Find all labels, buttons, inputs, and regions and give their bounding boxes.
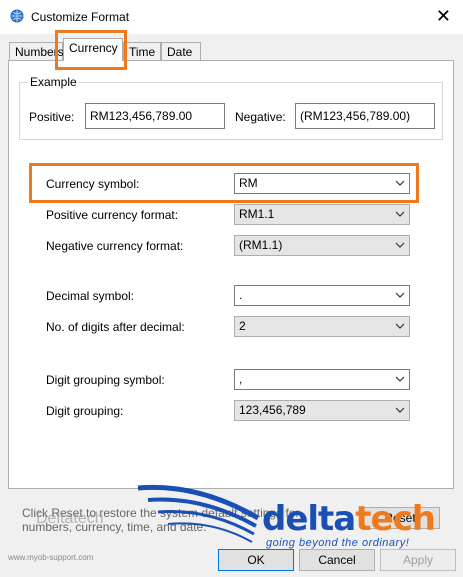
tab-label: Date [167, 45, 193, 59]
globe-gear-icon [10, 9, 24, 23]
digit-grouping-combo[interactable]: 123,456,789 [234, 400, 410, 421]
negative-currency-format-combo[interactable]: (RM1.1) [234, 235, 410, 256]
cancel-button[interactable]: Cancel [299, 549, 375, 571]
deltatech-tagline: going beyond the ordinary! [266, 537, 410, 549]
example-legend: Example [28, 75, 79, 89]
positive-example-field[interactable]: RM123,456,789.00 [85, 103, 225, 129]
combo-value: , [239, 372, 243, 386]
deltatech-logo: deltatech [262, 499, 436, 539]
positive-label: Positive: [29, 110, 75, 124]
title-bar: Customize Format ✕ [0, 0, 463, 34]
chevron-down-icon [395, 376, 405, 382]
tab-currency[interactable]: Currency [63, 38, 123, 61]
tab-label: Currency [69, 41, 118, 55]
chevron-down-icon [395, 407, 405, 413]
logo-accent: tech [355, 499, 436, 539]
currency-symbol-label: Currency symbol: [46, 177, 140, 191]
tab-date[interactable]: Date [161, 42, 201, 60]
positive-currency-format-label: Positive currency format: [46, 208, 179, 222]
positive-currency-format-combo[interactable]: RM1.1 [234, 204, 410, 225]
window-title: Customize Format [31, 10, 130, 24]
combo-value: 2 [239, 319, 246, 333]
tab-numbers[interactable]: Numbers [9, 42, 64, 60]
tab-label: Numbers [15, 45, 64, 59]
tab-time[interactable]: Time [123, 42, 161, 60]
apply-button[interactable]: Apply [380, 549, 456, 571]
digit-grouping-symbol-label: Digit grouping symbol: [46, 373, 165, 387]
combo-value: . [239, 288, 243, 302]
deltatech-swoosh-icon [137, 484, 260, 543]
combo-value: (RM1.1) [239, 238, 283, 252]
tab-label: Time [129, 45, 156, 59]
chevron-down-icon [395, 242, 405, 248]
chevron-down-icon [395, 323, 405, 329]
negative-label: Negative: [235, 110, 286, 124]
decimal-symbol-combo[interactable]: . [234, 285, 410, 306]
close-button[interactable]: ✕ [436, 6, 451, 27]
deltatech-ghost-text: Deltatech [36, 510, 104, 527]
currency-symbol-combo[interactable]: RM [234, 173, 410, 194]
digit-grouping-symbol-combo[interactable]: , [234, 369, 410, 390]
chevron-down-icon [395, 292, 405, 298]
combo-value: 123,456,789 [239, 403, 306, 417]
chevron-down-icon [395, 211, 405, 217]
digits-after-decimal-combo[interactable]: 2 [234, 316, 410, 337]
negative-example-field[interactable]: (RM123,456,789.00) [295, 103, 435, 129]
combo-value: RM [239, 176, 258, 190]
logo-main: delta [262, 499, 356, 539]
digit-grouping-label: Digit grouping: [46, 404, 124, 418]
chevron-down-icon [395, 180, 405, 186]
decimal-symbol-label: Decimal symbol: [46, 289, 135, 303]
digits-after-decimal-label: No. of digits after decimal: [46, 320, 185, 334]
negative-currency-format-label: Negative currency format: [46, 239, 184, 253]
site-watermark: www.myob-support.com [8, 553, 94, 562]
combo-value: RM1.1 [239, 207, 275, 221]
